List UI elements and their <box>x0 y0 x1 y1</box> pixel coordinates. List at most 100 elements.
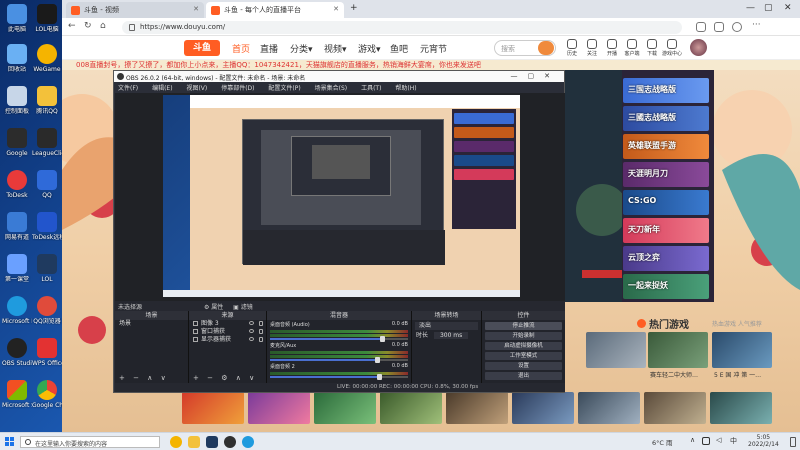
desktop-icon-obs[interactable]: OBS Studio <box>2 338 32 367</box>
follow-button[interactable]: 关注 <box>582 39 602 57</box>
taskbar-search-input[interactable]: 在这里输入你要搜索的内容 <box>20 436 160 448</box>
hot-game-caption[interactable]: 5 E 国 冲 第 一… <box>714 370 761 379</box>
remove-scene-button[interactable]: − <box>133 374 139 382</box>
tray-chevron-icon[interactable]: ∧ <box>690 436 695 444</box>
source-item[interactable]: 显示器捕获 <box>189 336 266 344</box>
url-input[interactable]: https://www.douyu.com/ <box>122 21 682 34</box>
lock-icon[interactable] <box>259 329 263 334</box>
video-thumbnail[interactable] <box>380 392 442 424</box>
move-down-button[interactable]: ∨ <box>161 374 166 382</box>
desktop-icon-wegame[interactable]: WeGame <box>32 44 62 73</box>
desktop-icon-league-client[interactable]: LeagueClient <box>32 128 62 157</box>
taskbar-app-chrome[interactable] <box>170 436 182 448</box>
desktop-icon-qq-browser[interactable]: QQ浏览器 <box>32 296 62 325</box>
refresh-icon[interactable]: ↻ <box>84 21 92 31</box>
source-settings-button[interactable]: ⚙ <box>221 374 227 382</box>
game-card[interactable]: 英雄联盟手游 <box>623 134 709 159</box>
hot-game-card[interactable] <box>586 332 646 368</box>
transition-select[interactable]: 淡出 <box>415 322 478 330</box>
start-button[interactable] <box>5 437 15 447</box>
desktop-icon-qq[interactable]: QQ <box>32 170 62 199</box>
video-thumbnail[interactable] <box>314 392 376 424</box>
move-up-button[interactable]: ∧ <box>147 374 152 382</box>
video-thumbnail[interactable] <box>446 392 508 424</box>
scene-item[interactable]: 场景 <box>115 320 188 328</box>
source-item[interactable]: 窗口捕获 <box>189 328 266 336</box>
eye-icon[interactable] <box>249 329 254 333</box>
studio-mode-button[interactable]: 工作室模式 <box>485 352 562 360</box>
taskbar-app-obs[interactable] <box>224 436 236 448</box>
home-icon[interactable]: ⌂ <box>100 21 106 31</box>
move-up-button[interactable]: ∧ <box>236 374 241 382</box>
game-card[interactable]: CS:GO <box>623 190 709 215</box>
ime-icon[interactable]: 中 <box>730 436 737 446</box>
desktop-icon-todesk[interactable]: ToDesk <box>2 170 32 199</box>
tab-douyu-home[interactable]: 斗鱼 - 每个人的直播平台 ✕ <box>206 2 344 18</box>
taskbar-clock[interactable]: 5:05 2022/2/14 <box>748 434 779 448</box>
nav-home[interactable]: 首页 <box>232 42 250 55</box>
desktop-icon-chrome[interactable]: Google Chrome <box>32 380 62 409</box>
start-recording-button[interactable]: 开始录制 <box>485 332 562 340</box>
close-window-button[interactable]: ✕ <box>784 3 792 13</box>
profile-icon[interactable] <box>732 22 742 32</box>
desktop-icon-recycle-bin[interactable]: 回收站 <box>2 44 32 73</box>
collections-icon[interactable] <box>714 22 724 32</box>
remove-source-button[interactable]: − <box>207 374 213 382</box>
volume-slider[interactable] <box>270 374 408 380</box>
nav-video[interactable]: 视频▾ <box>324 42 347 55</box>
lock-icon[interactable] <box>259 321 263 326</box>
more-icon[interactable]: ··· <box>752 20 761 30</box>
announcement-marquee[interactable]: 008直播封号，撩了又撩了，都加你上小点来，主播QQ：1047342421，天猫… <box>62 60 800 70</box>
nav-game[interactable]: 游戏▾ <box>358 42 381 55</box>
video-thumbnail[interactable] <box>578 392 640 424</box>
video-thumbnail[interactable] <box>644 392 706 424</box>
download-button[interactable]: 下载 <box>642 39 662 57</box>
duration-input[interactable]: 300 ms <box>433 332 469 339</box>
desktop-icon-lol[interactable]: LOL <box>32 254 62 283</box>
filters-button[interactable]: ▣ 滤镜 <box>233 304 253 311</box>
volume-slider[interactable] <box>270 357 408 363</box>
game-card[interactable]: 三国志战略版 <box>623 78 709 103</box>
nav-fishbar[interactable]: 鱼吧 <box>390 42 408 55</box>
stop-streaming-button[interactable]: 停止推流 <box>485 322 562 330</box>
menu-docks[interactable]: 停靠部件(D) <box>221 85 254 92</box>
volume-icon[interactable]: ◁ <box>716 436 721 444</box>
desktop-icon-wps[interactable]: WPS Office <box>32 338 62 367</box>
game-card[interactable]: 天涯明月刀 <box>623 162 709 187</box>
desktop-icon-store[interactable]: Microsoft Store <box>2 380 32 409</box>
maximize-button[interactable]: ▢ <box>764 3 773 13</box>
game-card[interactable]: 云顶之弈 <box>623 246 709 271</box>
desktop-icon-youdao[interactable]: 网易有道 <box>2 212 32 241</box>
eye-icon[interactable] <box>249 321 254 325</box>
desktop-icon-edge[interactable]: Microsoft Edge <box>2 296 32 325</box>
start-virtual-camera-button[interactable]: 启动虚拟摄像机 <box>485 342 562 350</box>
close-icon[interactable]: ✕ <box>333 5 339 13</box>
taskbar-app-file-explorer[interactable] <box>188 436 200 448</box>
weather-widget[interactable]: 6°C 雨 <box>652 437 673 447</box>
video-thumbnail[interactable] <box>512 392 574 424</box>
taskbar-app-edge[interactable] <box>242 436 254 448</box>
game-center-button[interactable]: 游戏中心 <box>662 39 682 57</box>
menu-profile[interactable]: 配置文件(P) <box>268 85 300 92</box>
nav-live[interactable]: 直播 <box>260 42 278 55</box>
game-card[interactable]: 天刀新年 <box>623 218 709 243</box>
game-card[interactable]: 三國志战略版 <box>623 106 709 131</box>
search-button[interactable] <box>538 41 554 55</box>
add-source-button[interactable]: + <box>193 374 199 382</box>
menu-edit[interactable]: 编辑(E) <box>152 85 172 92</box>
hot-game-card[interactable] <box>712 332 772 368</box>
client-button[interactable]: 客户端 <box>622 39 642 57</box>
hot-game-caption[interactable]: 赛车轻二中大师… <box>650 370 698 379</box>
desktop-icon-this-pc[interactable]: 此电脑 <box>2 4 32 33</box>
menu-help[interactable]: 帮助(H) <box>395 85 416 92</box>
video-thumbnail[interactable] <box>248 392 310 424</box>
desktop-icon-todesk-remote[interactable]: ToDesk远程 <box>32 212 62 241</box>
desktop-icon-google[interactable]: Google <box>2 128 32 157</box>
desktop-icon-lol-pc[interactable]: LOL电脑 <box>32 4 62 33</box>
lock-icon[interactable] <box>259 337 263 342</box>
menu-view[interactable]: 视图(V) <box>186 85 207 92</box>
properties-button[interactable]: ⚙ 属性 <box>204 304 223 311</box>
desktop-icon-classroom[interactable]: 第一课堂 <box>2 254 32 283</box>
eye-icon[interactable] <box>249 337 254 341</box>
close-icon[interactable]: ✕ <box>193 5 199 13</box>
